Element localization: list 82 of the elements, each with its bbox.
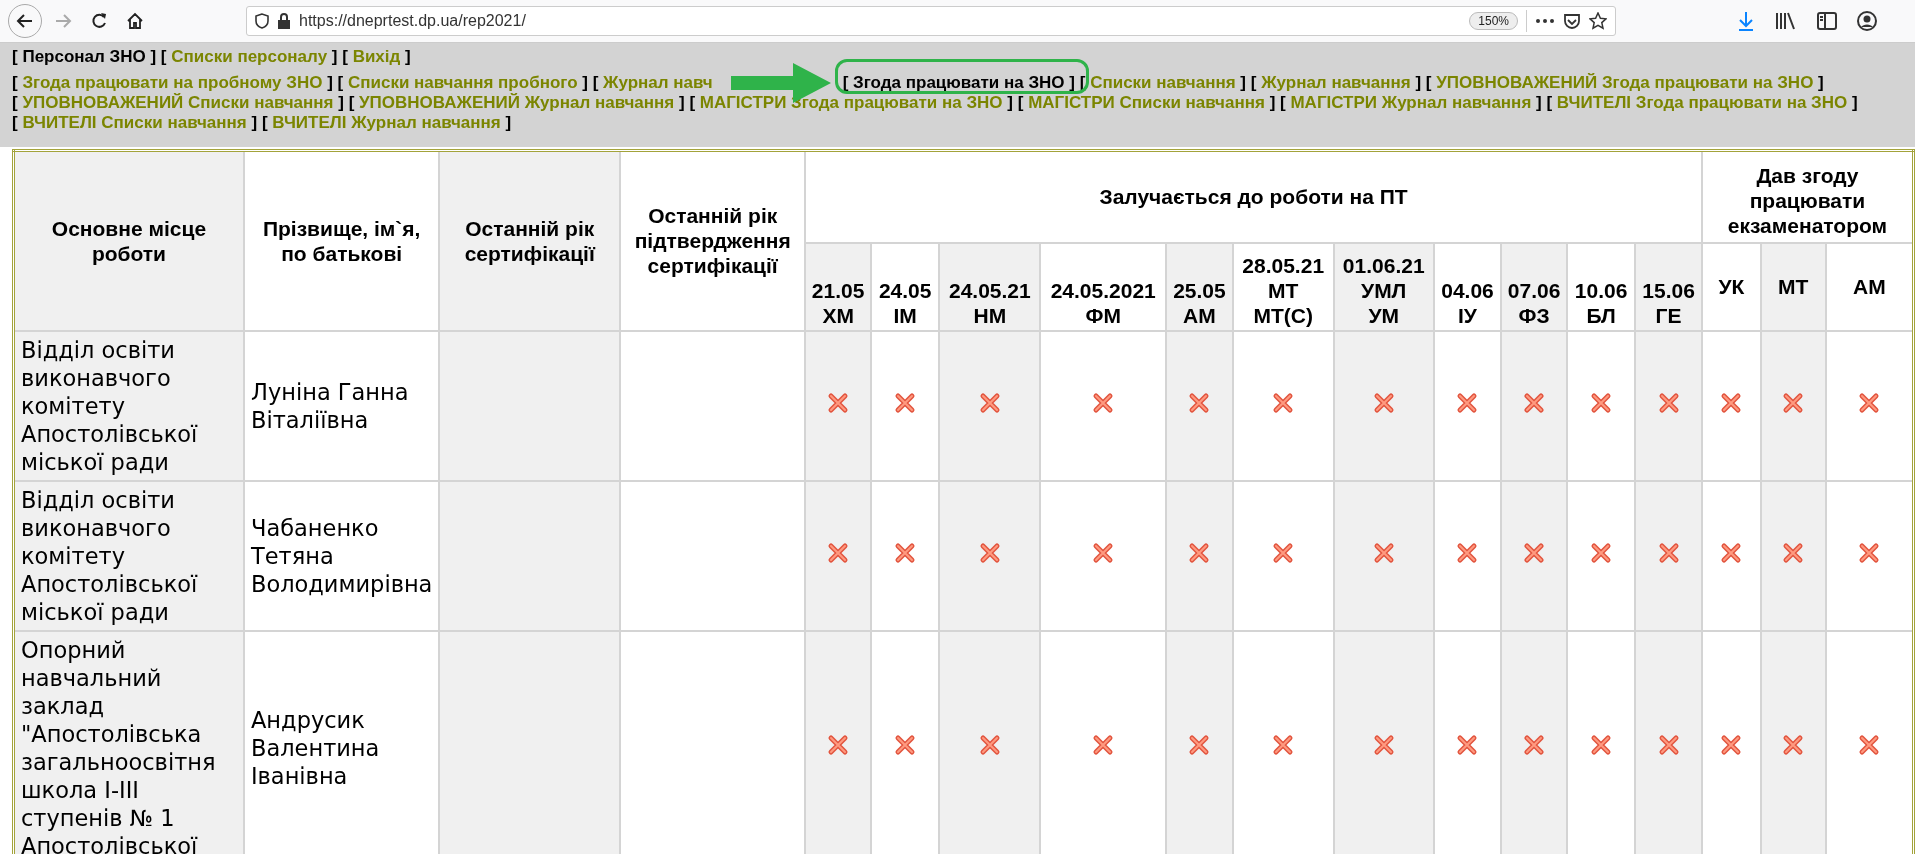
nav-link[interactable]: Згода працювати на ЗНО [853, 73, 1065, 92]
bracket: [ [12, 73, 18, 92]
bracket: ] [338, 93, 344, 112]
nav-link[interactable]: ВЧИТЕЛІ Журнал навчання [272, 113, 501, 132]
bracket: ] [1415, 73, 1422, 92]
bracket: ] [505, 113, 512, 132]
bracket: [ [160, 47, 167, 66]
column-header: 25.05 АМ [1166, 242, 1233, 331]
bracket: [ [261, 113, 268, 132]
bracket: [ [689, 93, 696, 112]
bracket: [ [12, 113, 18, 132]
nav-link[interactable]: Вихід [352, 47, 401, 66]
account-icon[interactable] [1857, 11, 1877, 31]
bracket: [ [1425, 73, 1432, 92]
bracket: ] [582, 73, 588, 92]
bracket: [ [12, 93, 18, 112]
star-icon[interactable] [1589, 12, 1607, 30]
bracket: ] [1818, 73, 1824, 92]
table-cell: Відділ освіти виконавчого комітету Апостолівської міської ради [13, 480, 244, 631]
bracket: [ [842, 73, 849, 92]
column-header: 24.05.21 НМ [939, 242, 1041, 331]
zoom-badge[interactable]: 150% [1469, 12, 1518, 30]
shield-icon [255, 13, 269, 29]
nav-link[interactable]: Списки персоналу [171, 47, 328, 66]
nav-link[interactable]: УПОВНОВАЖЕНИЙ Згода працювати на ЗНО [1436, 73, 1814, 92]
bracket: [ [12, 47, 18, 66]
bracket: ] [678, 93, 685, 112]
bracket: ] [1069, 73, 1075, 92]
nav-link[interactable]: МАГІСТРИ Журнал навчання [1290, 93, 1532, 112]
sidebar-icon[interactable] [1817, 12, 1837, 30]
bracket: [ [337, 73, 344, 92]
column-header: 28.05.21 МТ МТ(С) [1232, 242, 1334, 331]
bracket: [ [1250, 73, 1257, 92]
url-text: https://dneprtest.dp.ua/rep2021/ [299, 12, 527, 30]
nav-link[interactable]: УПОВНОВАЖЕНИЙ Журнал навчання [359, 93, 675, 112]
bracket: ] [405, 47, 411, 66]
more-icon[interactable] [1535, 18, 1555, 24]
nav-link[interactable]: ВЧИТЕЛІ Згода працювати на ЗНО [1556, 93, 1848, 112]
bracket: ] [150, 47, 157, 66]
nav-link[interactable]: Журнал навчання [1261, 73, 1411, 92]
nav-link[interactable]: Згода працювати на пробному ЗНО [22, 73, 323, 92]
nav-link[interactable]: Списки навчання [1090, 73, 1236, 92]
nav-link[interactable]: ВЧИТЕЛІ Списки навчання [22, 113, 247, 132]
nav-link[interactable]: Списки навчання пробного [347, 73, 578, 92]
forward-arrow-icon [54, 12, 72, 30]
bracket: ] [1007, 93, 1013, 112]
pocket-icon[interactable] [1563, 12, 1581, 30]
bracket: [ [342, 47, 348, 66]
download-icon[interactable] [1737, 11, 1755, 31]
bracket: [ [592, 73, 599, 92]
column-header: 01.06.21 УМЛ УМ [1333, 242, 1434, 331]
column-header: Основне місце роботи [13, 150, 244, 331]
bracket: ] [1269, 93, 1276, 112]
column-header: УК [1701, 242, 1761, 331]
column-header: МТ [1760, 242, 1826, 331]
address-bar[interactable]: https://dneprtest.dp.ua/rep2021/ 150% [246, 6, 1616, 36]
back-arrow-icon [16, 12, 34, 30]
nav-link[interactable]: Персонал ЗНО [22, 47, 146, 66]
library-icon[interactable] [1775, 11, 1797, 31]
column-header: 21.05 ХМ [805, 242, 871, 331]
nav-link[interactable]: УПОВНОВАЖЕНИЙ Списки навчання [22, 93, 334, 112]
table-cell: Відділ освіти виконавчого комітету Апостолівської міської ради [13, 330, 244, 481]
reload-icon [90, 12, 108, 30]
nav-link[interactable]: МАГІСТРИ Списки навчання [1028, 93, 1265, 112]
bracket: [ [348, 93, 355, 112]
bracket: ] [327, 73, 333, 92]
bracket: ] [1240, 73, 1246, 92]
bracket: ] [1536, 93, 1542, 112]
column-group-header: Залучається до роботи на ПТ [805, 150, 1702, 243]
bracket: [ [1017, 93, 1024, 112]
column-header: 15.06 ГЕ [1635, 242, 1702, 331]
nav-link[interactable]: Журнал навч [603, 73, 713, 92]
bracket: ] [1852, 93, 1858, 112]
home-icon [126, 12, 144, 30]
table-cell: Опорний навчальний заклад "Апостолівська загальноосвітня школа I-III ступенів № 1 Апостолівської [13, 630, 244, 854]
column-header: Останній рік сертифікації [439, 150, 621, 331]
bracket: [ [1546, 93, 1553, 112]
column-header: 07.06 ФЗ [1501, 242, 1567, 331]
bracket: ] [251, 113, 258, 132]
lock-icon [277, 13, 291, 29]
bracket: ] [331, 47, 338, 66]
bracket: [ [1280, 93, 1286, 112]
